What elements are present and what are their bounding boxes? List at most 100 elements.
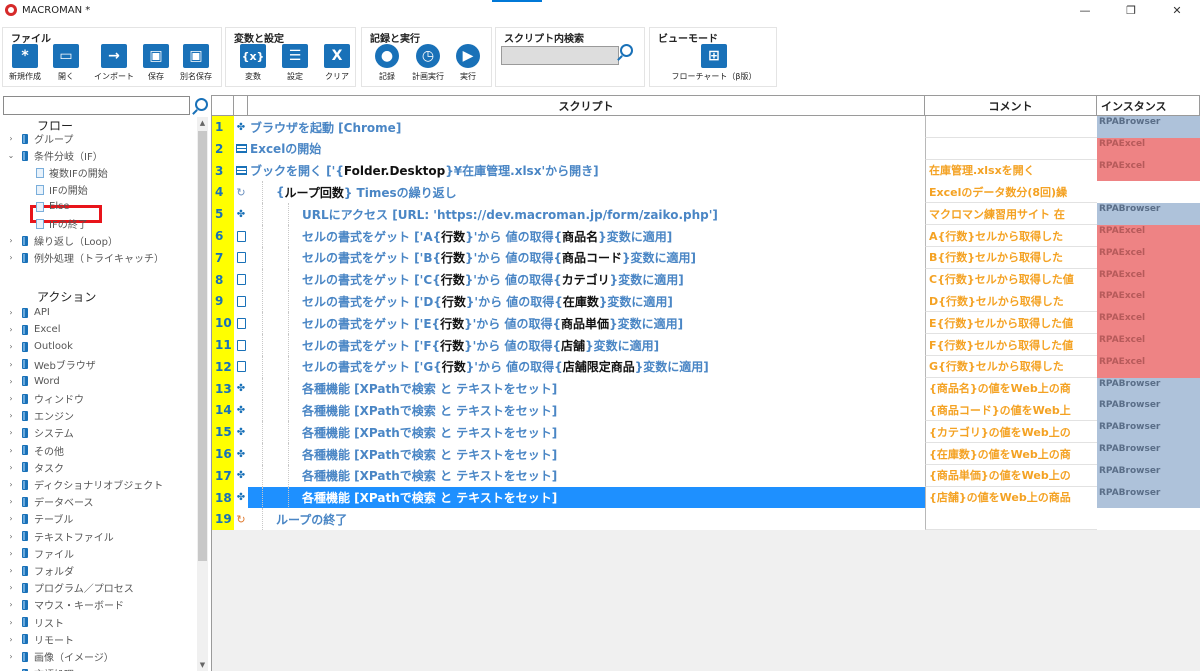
script-cell[interactable]: セルの書式をゲット ['G{行数}'から 値の取得{店舗限定商品}変数に適用] [248, 355, 925, 378]
save-button[interactable]: ▣ 保存 [134, 44, 178, 86]
script-row[interactable]: 8 セルの書式をゲット ['C{行数}'から 値の取得{カテゴリ}変数に適用] C{… [212, 268, 1200, 291]
instance-cell[interactable]: RPABrowser [1097, 116, 1200, 138]
tree-item-action[interactable]: › ウィンドウ [6, 390, 84, 407]
collapse-arrow-icon[interactable]: › [6, 428, 16, 437]
expand-arrow-icon[interactable]: ⌄ [6, 151, 16, 160]
import-arrow-button[interactable]: → インポート [92, 44, 136, 86]
script-cell[interactable]: 各種機能 [XPathで検索 と テキストをセット] [248, 421, 925, 444]
collapse-arrow-icon[interactable]: › [6, 532, 16, 541]
script-row[interactable]: 9 セルの書式をゲット ['D{行数}'から 値の取得{在庫数}変数に適用] D{行… [212, 290, 1200, 313]
tree-item-action[interactable]: › Word [6, 373, 59, 390]
sidebar-search-input[interactable] [3, 96, 190, 115]
close-button[interactable]: ✕ [1154, 0, 1200, 20]
tree-item-flow[interactable]: IFの開始 [36, 181, 88, 198]
instance-cell[interactable]: RPAExcel [1097, 225, 1200, 247]
collapse-arrow-icon[interactable]: › [6, 360, 16, 369]
instance-cell[interactable]: RPAExcel [1097, 355, 1200, 378]
tree-item-action[interactable]: › Outlook [6, 338, 73, 355]
comment-cell[interactable] [925, 116, 1097, 138]
script-cell[interactable]: URLにアクセス [URL: 'https://dev.macroman.jp/… [248, 203, 925, 226]
collapse-arrow-icon[interactable]: › [6, 583, 16, 592]
tree-item-action[interactable]: › API [6, 304, 49, 321]
tree-item-flow[interactable]: › 例外処理（トライキャッチ） [6, 249, 164, 266]
scrollbar-thumb[interactable] [198, 131, 207, 561]
tree-item-action[interactable]: › ファイル [6, 545, 74, 562]
instance-cell[interactable]: RPABrowser [1097, 203, 1200, 226]
collapse-arrow-icon[interactable]: › [6, 411, 16, 420]
collapse-arrow-icon[interactable]: › [6, 514, 16, 523]
script-cell[interactable]: ループの終了 [248, 508, 925, 531]
comment-cell[interactable]: Excelのデータ数分(8回)繰 [925, 181, 1097, 204]
instance-cell[interactable] [1097, 181, 1200, 204]
comment-cell[interactable]: マクロマン練習用サイト 在 [925, 203, 1097, 226]
script-cell[interactable]: セルの書式をゲット ['D{行数}'から 値の取得{在庫数}変数に適用] [248, 290, 925, 313]
script-cell[interactable]: ブックを開く ['{Folder.Desktop}¥在庫管理.xlsx'から開き… [248, 159, 925, 182]
record-button[interactable]: ● 記録 [365, 44, 409, 86]
script-row[interactable]: 12 セルの書式をゲット ['G{行数}'から 値の取得{店舗限定商品}変数に適用… [212, 355, 1200, 378]
comment-cell[interactable] [925, 137, 1097, 160]
comment-cell[interactable]: {商品名}の値をWeb上の商 [925, 377, 1097, 400]
instance-cell[interactable]: RPAExcel [1097, 137, 1200, 160]
sidebar-scrollbar[interactable]: ▲ ▼ [197, 117, 208, 671]
instance-cell[interactable]: RPABrowser [1097, 421, 1200, 444]
folder-button[interactable]: ▭ 開く [44, 44, 88, 86]
script-row[interactable]: 5 ✤ URLにアクセス [URL: 'https://dev.macroman.j… [212, 203, 1200, 226]
collapse-arrow-icon[interactable]: › [6, 618, 16, 627]
comment-cell[interactable] [925, 508, 1097, 531]
tree-item-action[interactable]: › Webブラウザ [6, 356, 96, 373]
instance-cell[interactable]: RPAExcel [1097, 290, 1200, 313]
comment-cell[interactable]: {商品コード}の値をWeb上 [925, 399, 1097, 422]
tree-item-action[interactable]: › マウス・キーボード [6, 596, 124, 613]
comment-cell[interactable]: {在庫数}の値をWeb上の商 [925, 443, 1097, 465]
script-row[interactable]: 1 ✤ ブラウザを起動 [Chrome] RPABrowser [212, 116, 1200, 138]
collapse-arrow-icon[interactable]: › [6, 566, 16, 575]
script-row[interactable]: 3 ブックを開く ['{Folder.Desktop}¥在庫管理.xlsx'から開… [212, 159, 1200, 182]
scroll-up-icon[interactable]: ▲ [197, 117, 208, 129]
comment-cell[interactable]: C{行数}セルから取得した値 [925, 268, 1097, 291]
instance-cell[interactable]: RPAExcel [1097, 268, 1200, 291]
comment-cell[interactable]: {店舗}の値をWeb上の商品 [925, 486, 1097, 509]
tree-item-action[interactable]: › Excel [6, 321, 60, 338]
tree-item-action[interactable]: › タスク [6, 459, 64, 476]
script-cell[interactable]: 各種機能 [XPathで検索 と テキストをセット] [248, 443, 925, 465]
collapse-arrow-icon[interactable]: › [6, 325, 16, 334]
collapse-arrow-icon[interactable]: › [6, 446, 16, 455]
tree-item-flow[interactable]: IFの終了 [36, 215, 88, 232]
comment-cell[interactable]: G{行数}セルから取得した [925, 355, 1097, 378]
scroll-down-icon[interactable]: ▼ [197, 659, 208, 671]
script-row[interactable]: 17 ✤ 各種機能 [XPathで検索 と テキストをセット] {商品単価}の値をWe… [212, 464, 1200, 487]
script-cell[interactable]: セルの書式をゲット ['E{行数}'から 値の取得{商品単価}変数に適用] [248, 312, 925, 335]
comment-cell[interactable]: B{行数}セルから取得した [925, 246, 1097, 269]
tree-item-action[interactable]: › リモート [6, 631, 74, 648]
settings-list-button[interactable]: ☰ 設定 [273, 44, 317, 86]
collapse-arrow-icon[interactable]: › [6, 480, 16, 489]
tree-item-flow[interactable]: › グループ [6, 130, 73, 147]
script-cell[interactable]: セルの書式をゲット ['B{行数}'から 値の取得{商品コード}変数に適用] [248, 246, 925, 269]
script-row[interactable]: 18 ✤ 各種機能 [XPathで検索 と テキストをセット] {店舗}の値をWeb上… [212, 486, 1200, 509]
sidebar-search-icon[interactable] [195, 98, 208, 114]
tree-item-action[interactable]: ›言語処理 [6, 665, 74, 671]
comment-cell[interactable]: 在庫管理.xlsxを開く [925, 159, 1097, 182]
script-row[interactable]: 15 ✤ 各種機能 [XPathで検索 と テキストをセット] {カテゴリ}の値をWe… [212, 421, 1200, 444]
script-cell[interactable]: セルの書式をゲット ['A{行数}'から 値の取得{商品名}変数に適用] [248, 225, 925, 247]
tree-item-flow[interactable]: Else [36, 198, 69, 215]
instance-cell[interactable]: RPABrowser [1097, 399, 1200, 422]
comment-cell[interactable]: {商品単価}の値をWeb上の [925, 464, 1097, 487]
tree-item-action[interactable]: › ディクショナリオブジェクト [6, 476, 163, 493]
comment-cell[interactable]: D{行数}セルから取得した [925, 290, 1097, 313]
clear-x-button[interactable]: X クリア [315, 44, 359, 86]
comment-cell[interactable]: A{行数}セルから取得した [925, 225, 1097, 247]
script-row[interactable]: 13 ✤ 各種機能 [XPathで検索 と テキストをセット] {商品名}の値をWeb… [212, 377, 1200, 400]
search-icon[interactable] [620, 42, 633, 61]
tree-item-flow[interactable]: ⌄ 条件分岐（IF） [6, 147, 103, 164]
collapse-arrow-icon[interactable]: › [6, 497, 16, 506]
collapse-arrow-icon[interactable]: › [6, 253, 16, 262]
instance-cell[interactable]: RPAExcel [1097, 312, 1200, 335]
instance-cell[interactable]: RPAExcel [1097, 246, 1200, 269]
collapse-arrow-icon[interactable]: › [6, 652, 16, 661]
script-cell[interactable]: Excelの開始 [248, 137, 925, 160]
comment-cell[interactable]: E{行数}セルから取得した値 [925, 312, 1097, 335]
comment-cell[interactable]: F{行数}セルから取得した値 [925, 334, 1097, 356]
instance-cell[interactable]: RPAExcel [1097, 159, 1200, 182]
tree-item-action[interactable]: › プログラム／プロセス [6, 579, 134, 596]
